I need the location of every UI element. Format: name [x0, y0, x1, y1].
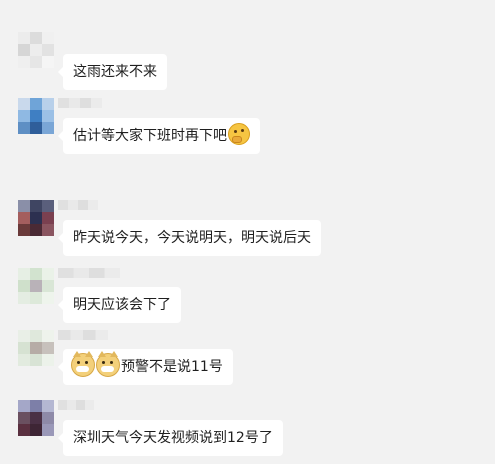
sender-name-redacted — [58, 400, 94, 410]
message-bubble[interactable]: 深圳天气今天发视频说到12号了 — [58, 420, 283, 456]
message-text: 明天应该会下了 — [73, 297, 171, 313]
message-bubble[interactable]: 明天应该会下了 — [58, 287, 181, 323]
sender-name-redacted — [58, 98, 102, 108]
avatar[interactable] — [18, 98, 54, 134]
thinking-face-icon — [228, 123, 250, 145]
doge-face-icon — [71, 351, 95, 377]
message-bubble[interactable]: 这雨还来不来 — [58, 54, 167, 90]
avatar[interactable] — [18, 268, 54, 304]
message-text: 深圳天气今天发视频说到12号了 — [73, 430, 273, 446]
message-text: 这雨还来不来 — [73, 64, 157, 80]
avatar[interactable] — [18, 200, 54, 236]
sender-name-redacted — [58, 200, 98, 210]
avatar[interactable] — [18, 400, 54, 436]
message-text: 昨天说今天，今天说明天，明天说后天 — [73, 230, 311, 246]
sender-name-redacted — [58, 268, 120, 278]
message-text: 估计等大家下班时再下吧 — [73, 128, 227, 144]
message-bubble[interactable]: 估计等大家下班时再下吧 — [58, 118, 260, 154]
avatar[interactable] — [18, 330, 54, 366]
message-bubble[interactable]: 昨天说今天，今天说明天，明天说后天 — [58, 220, 321, 256]
doge-face-icon — [96, 351, 120, 377]
message-bubble[interactable]: 预警不是说11号 — [58, 349, 233, 385]
sender-name-redacted — [58, 330, 108, 340]
message-text: 预警不是说11号 — [121, 359, 223, 375]
avatar[interactable] — [18, 32, 54, 68]
